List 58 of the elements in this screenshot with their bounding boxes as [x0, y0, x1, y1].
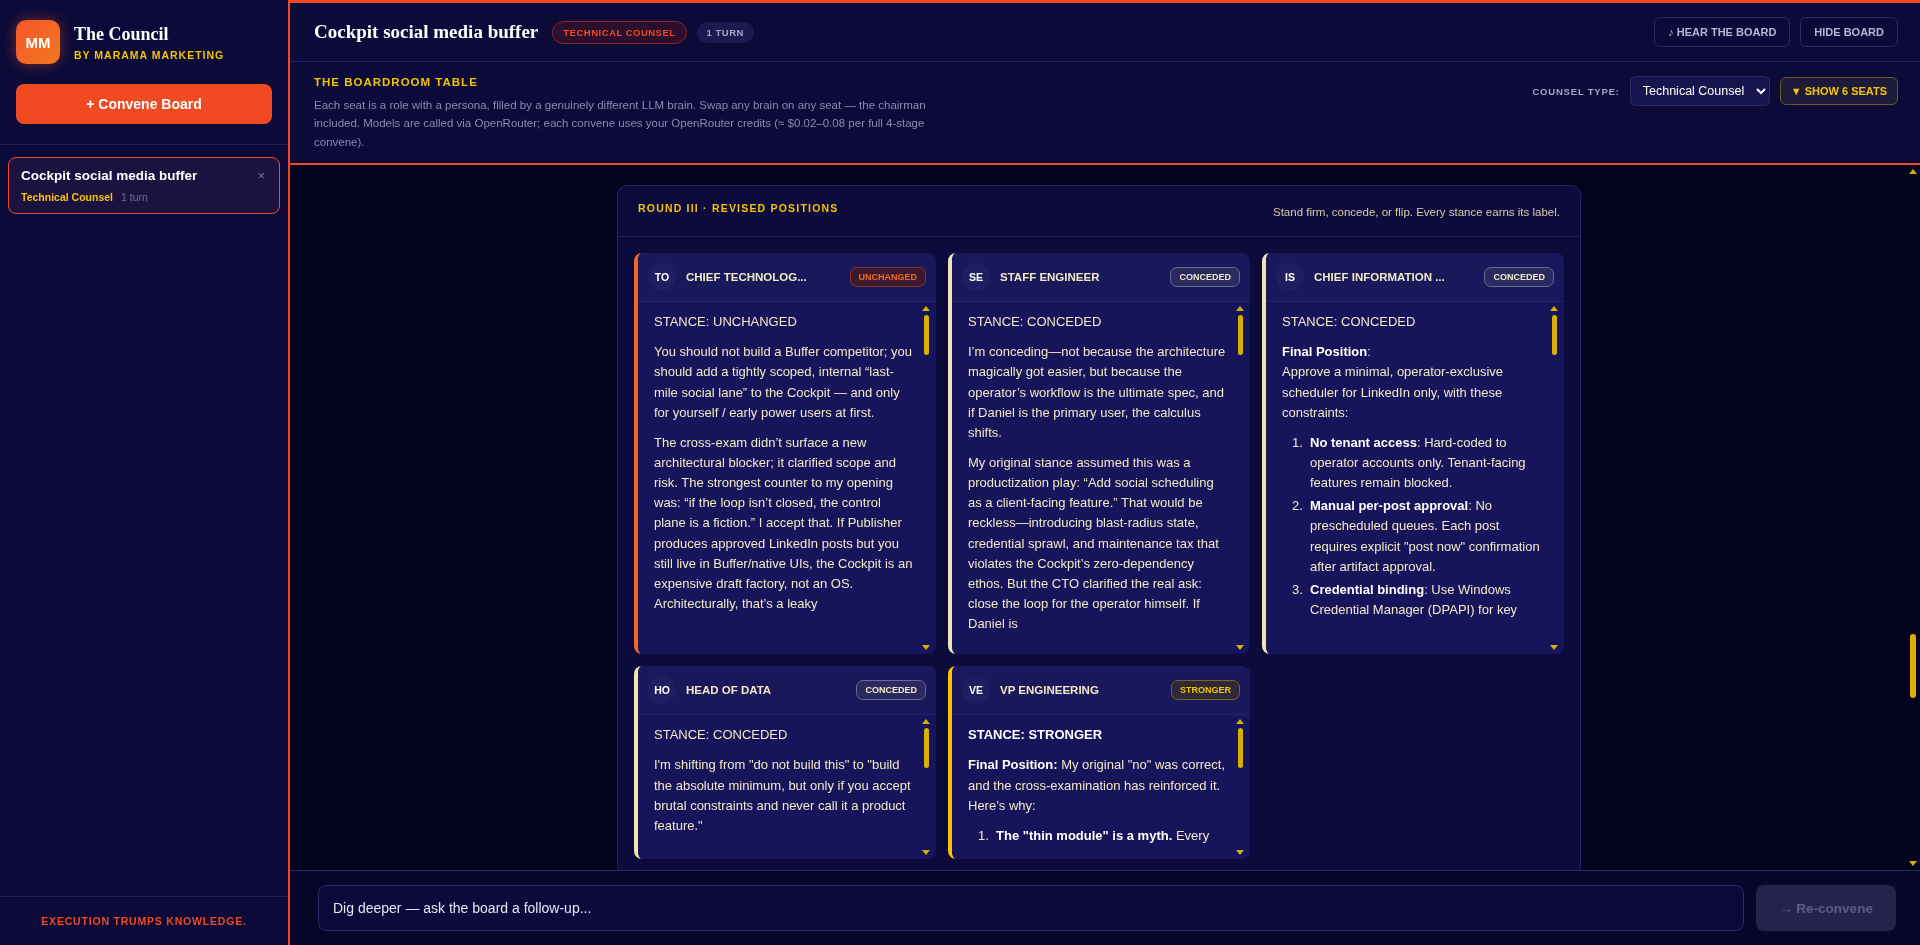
seat-title: VP ENGINEERING [1000, 684, 1100, 697]
stance-label: STANCE: UNCHANGED [654, 313, 798, 332]
position-text: My original stance assumed this was a productization play: “Add social scheduling as a client-facing feature.” That would be reckless—introducing blast-radius state, credential sprawl, and maintenance tax that violates the Cockpit’s zero-dependency ethos. But the CTO clarified the real ask: close the loop for the operator himself. If Daniel is [968, 454, 1220, 634]
section-heading: THE BOARDROOM TABLE [314, 76, 479, 88]
convene-board-button[interactable]: + Convene Board [16, 84, 272, 124]
hide-board-button[interactable]: HIDE BOARD [1800, 17, 1898, 47]
session-turn-count: 1 turn [121, 191, 148, 203]
section-description: Each seat is a role with a persona, filled by a genuinely different LLM brain. Swap any brain on any seat — the chairman included. Models are called via OpenRouter; each convene uses your OpenRouter credits (≈ $0.02–0.08 per full 4-stage convene). [314, 98, 927, 150]
list-number: 2. [1292, 497, 1304, 516]
stance-badge: CONCEDED [856, 680, 926, 701]
position-text: The cross-exam didn’t surface a new architectural blocker; it clarified scope and risk. The strongest counter to my opening was: “if the loop isn’t closed, the control plane is a fiction.” I accept that. If Publisher produces approved LinkedIn posts but you still live in Buffer/native UIs, the Cockpit is an expensive draft factory, not an OS. Architecturally, that’s a leaky [654, 433, 914, 613]
counsel-badge: TECHNICAL COUNSEL [552, 20, 687, 44]
seat-title: CHIEF TECHNOLOG... [686, 271, 808, 284]
logo-icon: MM [16, 20, 60, 64]
counsel-type-label: COUNSEL TYPE: [1532, 85, 1620, 97]
follow-up-field[interactable]: Dig deeper — ask the board a follow-up... [318, 885, 1744, 931]
list-item-text: No tenant access: Hard-coded to operator accounts only. Tenant-facing features remain blocked. [1310, 433, 1527, 493]
session-item[interactable]: Cockpit social media buffer × Technical Counsel 1 turn [8, 157, 280, 214]
list-item-text: Manual per-post approval: No prescheduled queues. Each post requires explicit "post now" confirmation after artifact approval. [1310, 497, 1541, 576]
seat-avatar: TO [648, 263, 676, 292]
seat-title: CHIEF INFORMATION ... [1314, 271, 1446, 284]
stance-badge: STRONGER [1171, 680, 1240, 701]
list-number: 1. [1292, 433, 1304, 452]
stance-label: STANCE: CONCEDED [654, 726, 789, 745]
stance-badge: CONCEDED [1170, 267, 1240, 288]
seat-title: STAFF ENGINEER [1000, 271, 1101, 284]
seat-title: HEAD OF DATA [686, 684, 773, 697]
seat-avatar: VE [962, 676, 990, 705]
position-text: I’m conceding—not because the architecture magically got easier, but because the operator’s workflow is the ultimate spec, and if Daniel is the primary user, the calculus shifts. [968, 343, 1227, 442]
close-button[interactable]: × [255, 168, 267, 183]
app-subtitle: BY MARAMA MARKETING [74, 48, 225, 61]
hear-board-button[interactable]: ♪ HEAR THE BOARD [1654, 17, 1791, 47]
app-title: The Council [74, 23, 170, 45]
list-number: 1. [978, 826, 990, 845]
round-subtitle: Stand firm, concede, or flip. Every stance earns its label. [1273, 205, 1560, 219]
session-heading: Cockpit social media buffer [314, 21, 539, 43]
position-text: You should not build a Buffer competitor; you should add a tightly scoped, internal “last-mile social lane” to the Cockpit — and only for yourself / early power users at first. [654, 343, 913, 422]
turn-count-badge: 1 TURN [696, 21, 754, 43]
seat-avatar: IS [1276, 263, 1304, 292]
position-text: Final Position: Approve a minimal, operator-exclusive scheduler for LinkedIn only, with these constraints: [1282, 343, 1505, 422]
stance-label: STANCE: CONCEDED [968, 313, 1103, 332]
round-title: ROUND III · REVISED POSITIONS [638, 202, 839, 215]
list-item-text: The "thin module" is a myth. Every [996, 826, 1210, 845]
footer-tagline: EXECUTION TRUMPS KNOWLEDGE. [41, 915, 247, 927]
seat-avatar: HO [648, 676, 676, 705]
stance-label: STANCE: CONCEDED [1282, 313, 1417, 332]
stance-badge: CONCEDED [1484, 267, 1554, 288]
show-seats-button[interactable]: ▼ SHOW 6 SEATS [1779, 77, 1898, 105]
seat-avatar: SE [962, 263, 990, 292]
list-number: 3. [1292, 580, 1304, 599]
list-item-text: Credential binding: Use Windows Credential Manager (DPAPI) for key [1310, 580, 1519, 619]
position-text: Final Position: My original "no" was correct, and the cross-examination has reinforced it. Here’s why: [968, 756, 1226, 815]
stance-label: STANCE: STRONGER [968, 726, 1104, 745]
session-counsel-type: Technical Counsel [21, 191, 113, 203]
session-title: Cockpit social media buffer [21, 168, 198, 183]
counsel-type-select[interactable]: Technical Counsel [1629, 76, 1770, 106]
stance-badge: UNCHANGED [849, 267, 926, 288]
position-text: I'm shifting from "do not build this" to "build the absolute minimum, but only if you accept brutal constraints and never call it a product feature." [654, 756, 912, 835]
